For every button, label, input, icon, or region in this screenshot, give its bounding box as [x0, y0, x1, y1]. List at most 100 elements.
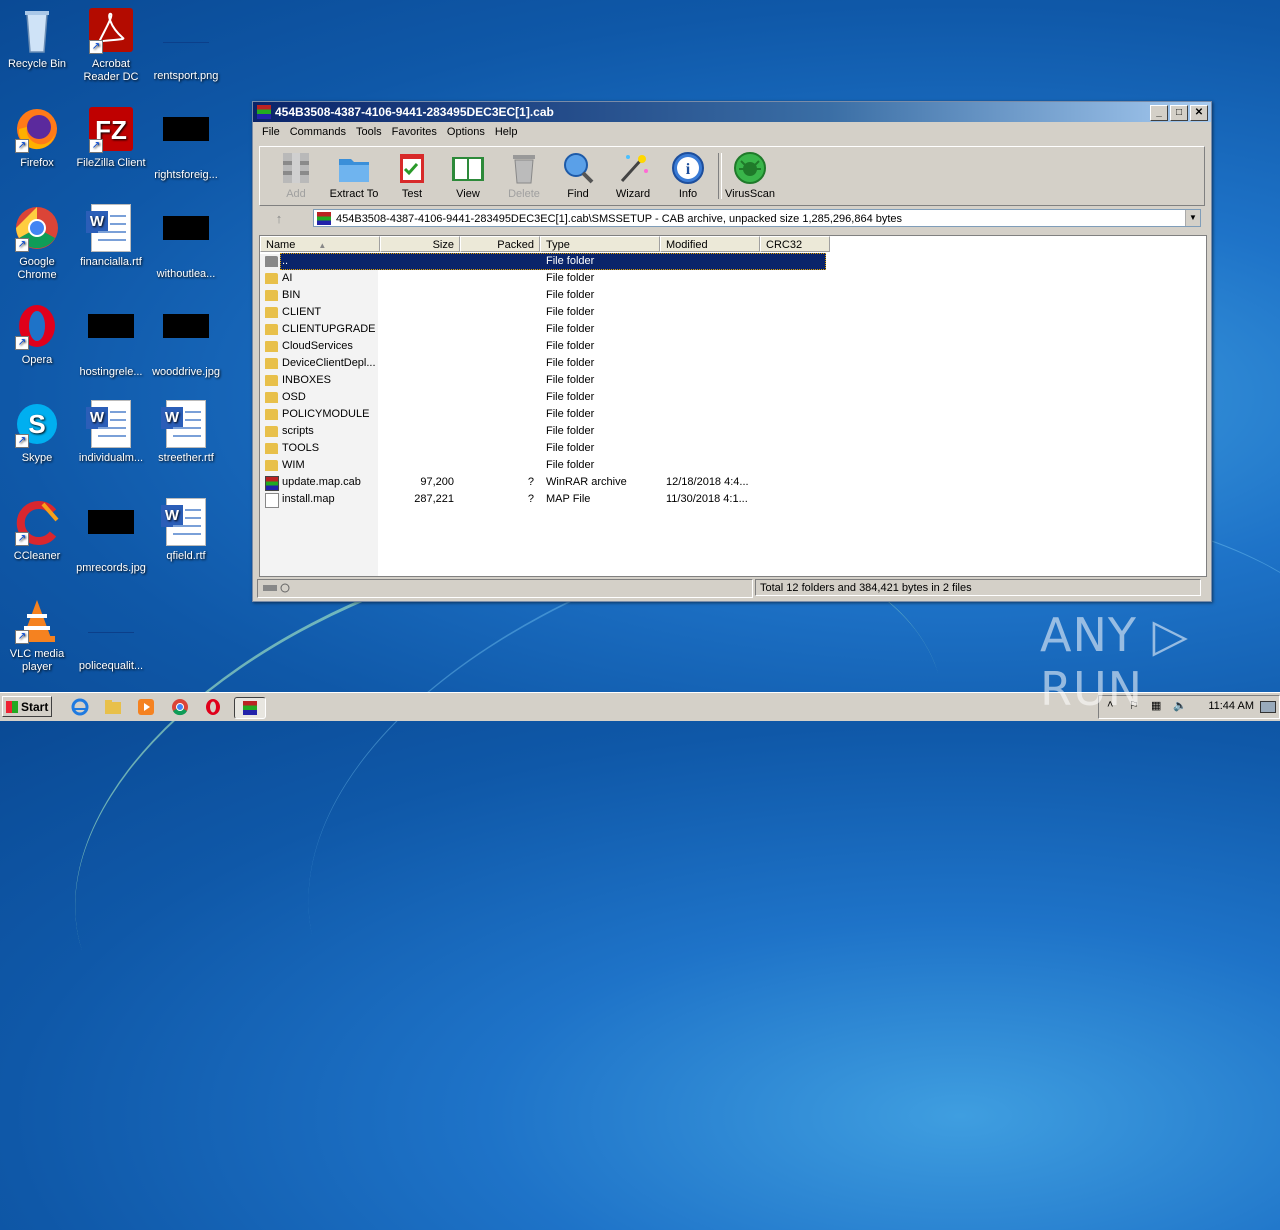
svg-text:i: i — [686, 161, 691, 178]
delete-icon — [507, 151, 541, 185]
cell-name: POLICYMODULE — [282, 408, 370, 420]
table-row[interactable]: CloudServices File folder — [260, 338, 1206, 355]
cell-modified: 12/18/2018 4:4... — [666, 476, 749, 488]
cell-name: TOOLS — [282, 442, 320, 454]
desktop-icon-financialla[interactable]: W financialla.rtf — [74, 204, 148, 269]
table-row[interactable]: scripts File folder — [260, 423, 1206, 440]
add-label: Add — [286, 188, 306, 200]
wizard-label: Wizard — [615, 188, 651, 200]
shortcut-arrow-icon: ↗ — [15, 336, 29, 350]
info-button[interactable]: i Info — [660, 151, 716, 200]
desktop-icon-recycle-bin[interactable]: Recycle Bin — [0, 6, 74, 71]
table-row[interactable]: INBOXES File folder — [260, 372, 1206, 389]
menu-favorites[interactable]: Favorites — [387, 126, 442, 138]
folder-icon — [265, 358, 278, 369]
column-header-size[interactable]: Size — [380, 236, 460, 252]
window-titlebar[interactable]: 454B3508-4387-4106-9441-283495DEC3EC[1].… — [253, 102, 1211, 122]
up-one-level-button[interactable]: ↑ — [261, 209, 297, 229]
virusscan-button[interactable]: VirusScan — [722, 151, 778, 200]
column-header-crc32[interactable]: CRC32 — [760, 236, 830, 252]
add-button[interactable]: Add — [268, 151, 324, 200]
cell-name: install.map — [282, 493, 335, 505]
desktop-icon-withoutlea[interactable]: withoutlea... — [149, 204, 223, 281]
table-row[interactable]: TOOLS File folder — [260, 440, 1206, 457]
chrome-taskbar-icon[interactable] — [170, 697, 190, 717]
menu-file[interactable]: File — [257, 126, 285, 138]
desktop-icon-rentsport[interactable]: rentsport.png — [149, 6, 223, 83]
opera-taskbar-icon[interactable] — [203, 697, 223, 717]
winrar-icon — [257, 105, 271, 119]
desktop-icon-pmrecords[interactable]: pmrecords.jpg — [74, 498, 148, 575]
desktop-icon-individualm[interactable]: W individualm... — [74, 400, 148, 465]
shortcut-arrow-icon: ↗ — [15, 630, 29, 644]
find-icon — [561, 151, 595, 185]
menu-commands[interactable]: Commands — [285, 126, 351, 138]
table-row[interactable]: BIN File folder — [260, 287, 1206, 304]
menu-help[interactable]: Help — [490, 126, 523, 138]
cell-type: File folder — [546, 391, 595, 403]
minimize-button[interactable]: _ — [1150, 105, 1168, 121]
menu-tools[interactable]: Tools — [351, 126, 387, 138]
wizard-button[interactable]: Wizard — [605, 151, 661, 200]
desktop-icon-ccleaner[interactable]: ↗ CCleaner — [0, 498, 74, 563]
column-header-name[interactable]: Name ▲ — [260, 236, 380, 252]
desktop-icon-streether[interactable]: W streether.rtf — [149, 400, 223, 465]
desktop-icon-chrome[interactable]: ↗ Google Chrome — [0, 204, 74, 282]
desktop-icon-skype[interactable]: S ↗ Skype — [0, 400, 74, 465]
info-label: Info — [678, 188, 698, 200]
menu-bar: File Commands Tools Favorites Options He… — [253, 122, 1211, 141]
svg-text:S: S — [28, 409, 45, 439]
file-explorer-icon[interactable] — [103, 697, 123, 717]
delete-button[interactable]: Delete — [496, 151, 552, 200]
desktop-icon-label: financialla.rtf — [80, 256, 142, 268]
table-row[interactable]: OSD File folder — [260, 389, 1206, 406]
desktop-icon-hostingrele[interactable]: hostingrele... — [74, 302, 148, 379]
table-row[interactable]: update.map.cab 97,200? WinRAR archive 12/18… — [260, 474, 1206, 491]
column-header-modified[interactable]: Modified — [660, 236, 760, 252]
desktop-icon-label: rightsforeig... — [154, 169, 218, 181]
table-row[interactable]: CLIENT File folder — [260, 304, 1206, 321]
column-header-packed[interactable]: Packed — [460, 236, 540, 252]
winrar-taskbar-button[interactable] — [234, 697, 266, 719]
folder-icon — [265, 426, 278, 437]
find-button[interactable]: Find — [550, 151, 606, 200]
extract-to-button[interactable]: Extract To — [326, 151, 382, 200]
table-row[interactable]: AI File folder — [260, 270, 1206, 287]
test-button[interactable]: Test — [384, 151, 440, 200]
desktop-icon-policequalit[interactable]: policequalit... — [74, 596, 148, 673]
table-row[interactable]: install.map 287,221? MAP File 11/30/2018 4:… — [260, 491, 1206, 508]
table-row[interactable]: CLIENTUPGRADE File folder — [260, 321, 1206, 338]
path-field[interactable]: 454B3508-4387-4106-9441-283495DEC3EC[1].… — [313, 209, 1201, 227]
word-document-icon: W — [86, 400, 135, 448]
maximize-button[interactable]: □ — [1170, 105, 1188, 121]
table-row[interactable]: WIM File folder — [260, 457, 1206, 474]
cell-name: CloudServices — [282, 340, 353, 352]
internet-explorer-icon[interactable] — [70, 697, 90, 717]
chevron-down-icon[interactable]: ▼ — [1185, 210, 1200, 226]
table-row[interactable]: .. File folder — [260, 253, 1206, 270]
media-player-icon[interactable] — [136, 697, 156, 717]
desktop-icon-vlc[interactable]: ↗ VLC media player — [0, 596, 74, 674]
close-button[interactable]: ✕ — [1190, 105, 1208, 121]
desktop-icon-firefox[interactable]: ↗ Firefox — [0, 105, 74, 170]
desktop-icon-label: Acrobat Reader DC — [83, 58, 139, 83]
desktop-icon-rightsforeig[interactable]: rightsforeig... — [149, 105, 223, 182]
window-title: 454B3508-4387-4106-9441-283495DEC3EC[1].… — [275, 105, 554, 119]
table-row[interactable]: POLICYMODULE File folder — [260, 406, 1206, 423]
desktop-icon-opera[interactable]: ↗ Opera — [0, 302, 74, 367]
column-header-type[interactable]: Type — [540, 236, 660, 252]
menu-options[interactable]: Options — [442, 126, 490, 138]
start-button[interactable]: Start — [2, 696, 52, 717]
table-row[interactable]: DeviceClientDepl... File folder — [260, 355, 1206, 372]
parent-folder-icon — [265, 256, 278, 267]
cell-name: DeviceClientDepl... — [282, 357, 376, 369]
image-thumbnail-icon — [162, 314, 210, 362]
desktop-icon-wooddrive[interactable]: wooddrive.jpg — [149, 302, 223, 379]
desktop-icon-qfield[interactable]: W qfield.rtf — [149, 498, 223, 563]
desktop-icon-filezilla[interactable]: FZ ↗ FileZilla Client — [74, 105, 148, 170]
desktop-icon-label: Google Chrome — [17, 256, 57, 281]
folder-icon — [265, 392, 278, 403]
desktop-icon-label: wooddrive.jpg — [152, 366, 220, 378]
desktop-icon-acrobat[interactable]: ↗ Acrobat Reader DC — [74, 6, 148, 84]
view-button[interactable]: View — [440, 151, 496, 200]
